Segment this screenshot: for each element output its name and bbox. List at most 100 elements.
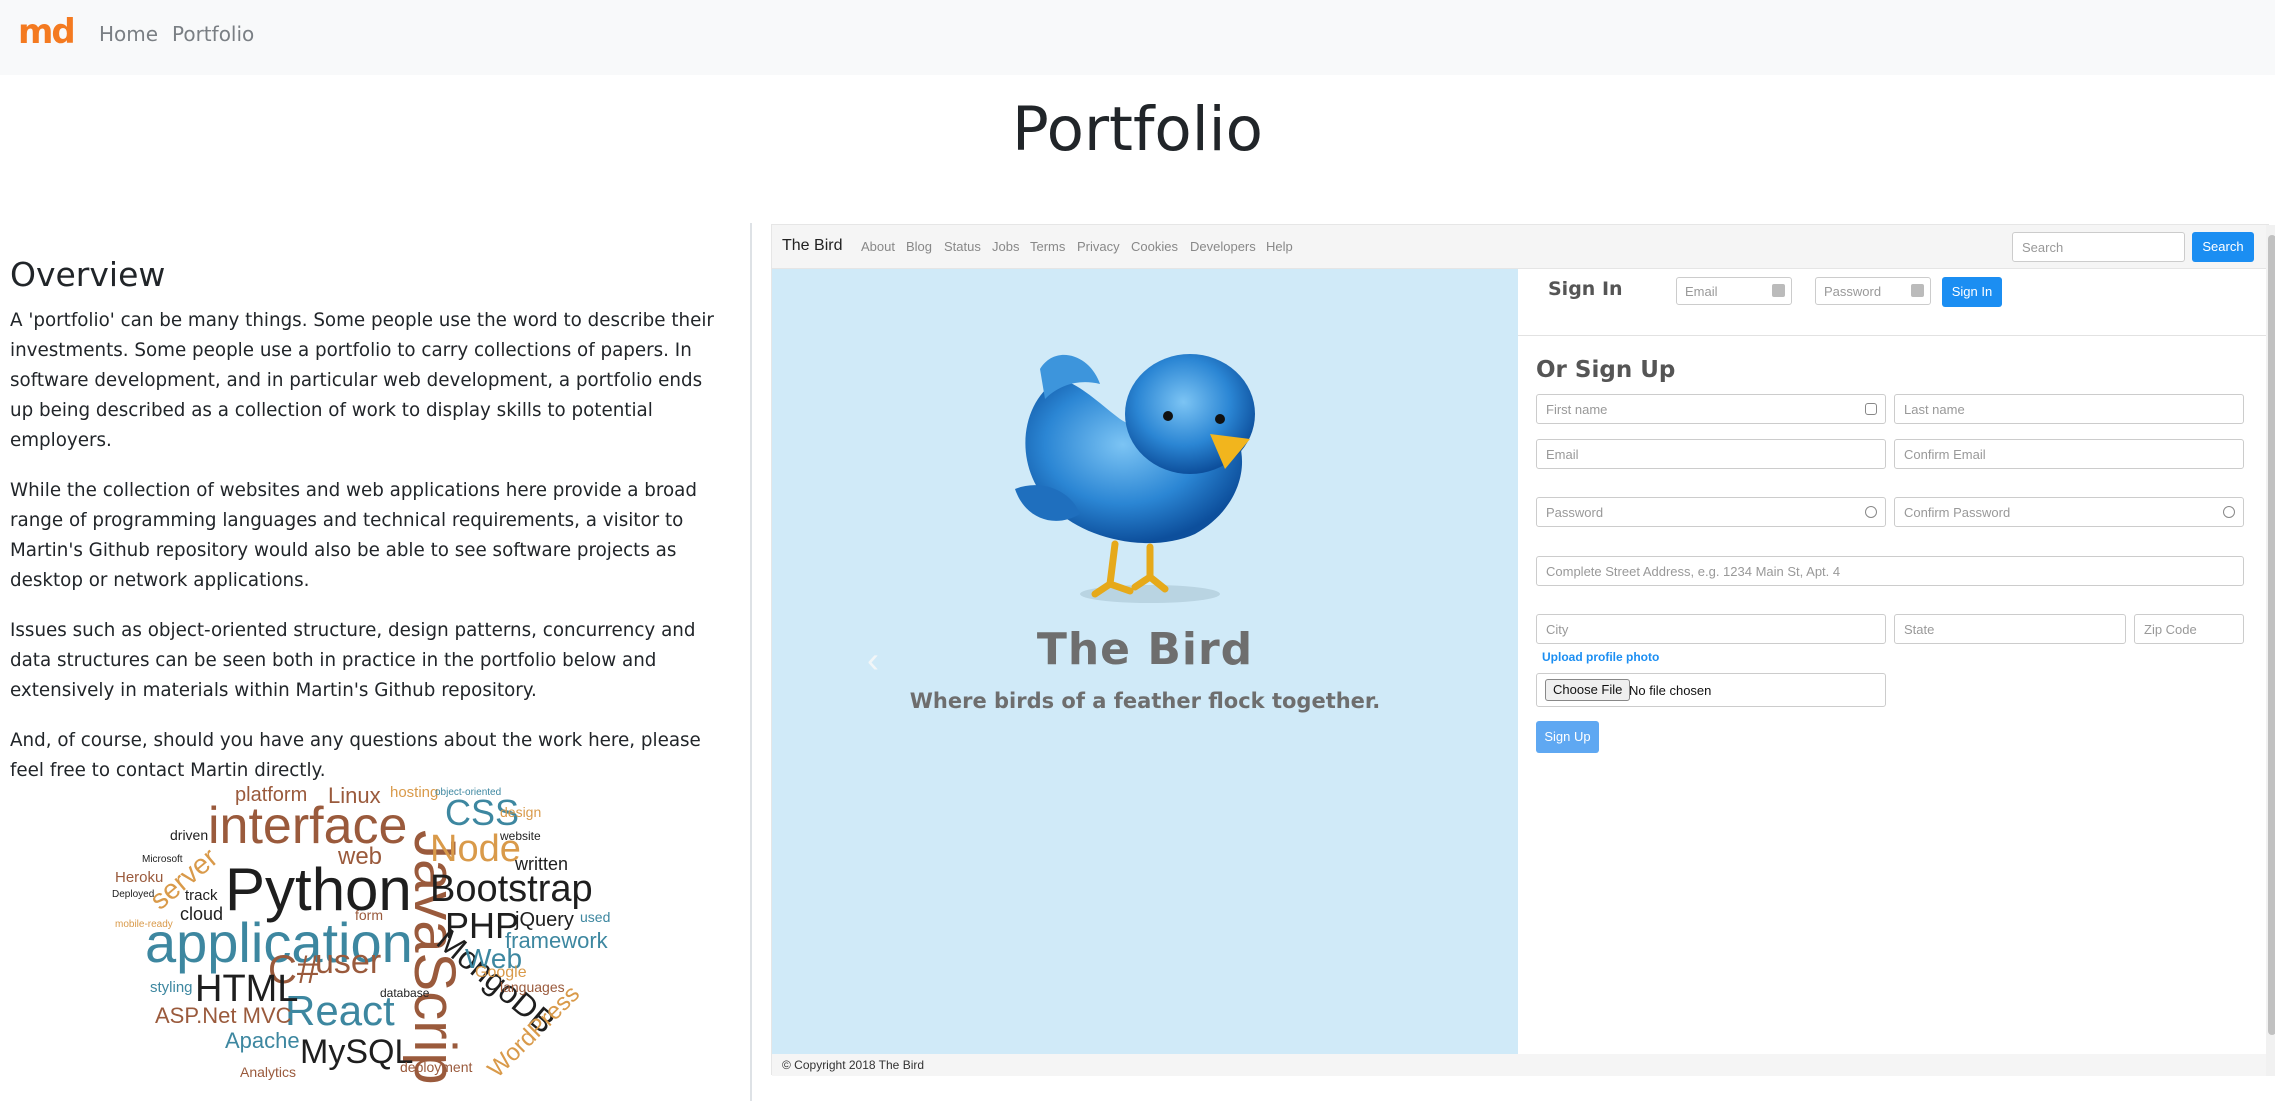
bird-nav-jobs[interactable]: Jobs [992, 239, 1019, 254]
bird-nav-status[interactable]: Status [944, 239, 981, 254]
confirm-email-input[interactable]: Confirm Email [1894, 439, 2244, 469]
overview-paragraph: And, of course, should you have any ques… [10, 730, 701, 781]
profile-photo-file-input[interactable]: Choose File No file chosen [1536, 673, 1886, 707]
bird-nav-privacy[interactable]: Privacy [1077, 239, 1120, 254]
last-name-input[interactable]: Last name [1894, 394, 2244, 424]
cloud-word: styling [150, 979, 193, 996]
overview-paragraph: A 'portfolio' can be many things. Some p… [10, 310, 714, 451]
top-navbar: md Home Portfolio [0, 0, 2275, 75]
bird-brand[interactable]: The Bird [782, 237, 842, 255]
password-field-icon [1911, 284, 1924, 297]
cloud-word: framework [505, 928, 608, 953]
signin-bar: Sign In Email Password Sign In [1518, 269, 2268, 336]
bird-nav-terms[interactable]: Terms [1030, 239, 1065, 254]
cloud-word: database [380, 986, 430, 1000]
cloud-word: object-oriented [435, 787, 502, 798]
signin-password-input[interactable]: Password [1815, 277, 1931, 305]
cloud-word: used [580, 909, 611, 925]
state-input[interactable]: State [1894, 614, 2126, 644]
screenshot-scrollbar[interactable] [2266, 225, 2275, 1076]
bird-hero-subtitle: Where birds of a feather flock together. [909, 689, 1381, 713]
cloud-word: Bootstrap [430, 868, 593, 910]
street-address-input[interactable]: Complete Street Address, e.g. 1234 Main … [1536, 556, 2244, 586]
email-field-icon [1772, 284, 1785, 297]
cloud-word: React [285, 987, 395, 1034]
signup-title: Or Sign Up [1536, 357, 1676, 383]
bird-search-input[interactable]: Search [2012, 232, 2185, 262]
city-placeholder: City [1546, 622, 1569, 637]
nav-link-home[interactable]: Home [99, 22, 158, 46]
signin-email-placeholder: Email [1685, 284, 1718, 299]
cloud-word: Analytics [240, 1064, 297, 1080]
nav-link-portfolio[interactable]: Portfolio [172, 22, 254, 46]
upload-photo-label[interactable]: Upload profile photo [1542, 650, 1659, 664]
signin-email-input[interactable]: Email [1676, 277, 1792, 305]
signup-email-input[interactable]: Email [1536, 439, 1886, 469]
bird-nav-blog[interactable]: Blog [906, 239, 932, 254]
bird-auth-panel: Sign In Email Password Sign In Or Sign U… [1518, 269, 2268, 1054]
cloud-word: driven [170, 827, 209, 843]
cloud-word: Linux [328, 783, 381, 808]
cloud-word: platform [235, 784, 308, 806]
cloud-word: mobile-ready [115, 919, 173, 930]
cloud-word: form [355, 907, 383, 923]
first-name-placeholder: First name [1546, 402, 1608, 417]
cloud-word: web [338, 843, 383, 870]
confirm-email-placeholder: Confirm Email [1904, 447, 1986, 462]
cloud-word: languages [500, 979, 565, 995]
city-input[interactable]: City [1536, 614, 1886, 644]
cloud-word: design [500, 804, 542, 820]
contact-card-icon [1865, 403, 1877, 415]
bird-footer: © Copyright 2018 The Bird [772, 1054, 2270, 1076]
overview-paragraph: While the collection of websites and web… [10, 480, 697, 591]
bird-nav-cookies[interactable]: Cookies [1131, 239, 1178, 254]
first-name-input[interactable]: First name [1536, 394, 1886, 424]
cloud-word: hosting [390, 784, 439, 801]
cloud-word: user [315, 943, 382, 981]
overview-paragraph: Issues such as object-oriented structure… [10, 620, 696, 701]
cloud-word: Apache [225, 1028, 300, 1053]
page-title: Portfolio [1012, 94, 1263, 165]
overview-section: Overview A 'portfolio' can be many thing… [10, 255, 715, 806]
scrollbar-thumb[interactable] [2268, 235, 2275, 1035]
confirm-password-placeholder: Confirm Password [1904, 505, 2011, 520]
choose-file-button[interactable]: Choose File [1545, 679, 1631, 701]
bird-nav-help[interactable]: Help [1266, 239, 1293, 254]
signin-password-placeholder: Password [1824, 284, 1882, 299]
file-status-text: No file chosen [1629, 683, 1712, 698]
cloud-word: Microsoft [142, 854, 183, 865]
cloud-word: ASP.Net MVC [155, 1003, 292, 1028]
cloud-word: Deployed [112, 889, 155, 900]
zip-code-placeholder: Zip Code [2144, 622, 2197, 637]
bird-mascot-icon [1015, 354, 1255, 603]
confirm-password-input[interactable]: Confirm Password [1894, 497, 2244, 527]
signup-button[interactable]: Sign Up [1536, 721, 1599, 753]
bird-search-button[interactable]: Search [2192, 232, 2254, 262]
signup-email-placeholder: Email [1546, 447, 1579, 462]
skills-word-cloud: Python JavaScript application interface … [100, 780, 630, 1086]
cloud-word: website [500, 829, 541, 843]
site-logo[interactable]: md [18, 12, 76, 52]
bird-nav-developers[interactable]: Developers [1190, 239, 1256, 254]
signin-button[interactable]: Sign In [1942, 277, 2002, 307]
state-placeholder: State [1904, 622, 1935, 637]
cloud-word: jQuery [515, 909, 574, 931]
bird-nav-about[interactable]: About [861, 239, 895, 254]
cloud-word: track [185, 887, 218, 904]
cloud-word: written [515, 854, 569, 874]
password-reveal-icon[interactable] [1865, 506, 1877, 518]
last-name-placeholder: Last name [1904, 402, 1965, 417]
bird-hero-title: The Bird [1036, 624, 1254, 675]
project-screenshot-the-bird[interactable]: The Bird About Blog Status Jobs Terms Pr… [771, 224, 2275, 1076]
password-reveal-icon[interactable] [2223, 506, 2235, 518]
signup-password-input[interactable]: Password [1536, 497, 1886, 527]
column-divider [750, 223, 752, 1101]
bird-navbar: The Bird About Blog Status Jobs Terms Pr… [772, 225, 2270, 269]
signup-password-placeholder: Password [1546, 505, 1604, 520]
zip-code-input[interactable]: Zip Code [2134, 614, 2244, 644]
street-address-placeholder: Complete Street Address, e.g. 1234 Main … [1546, 564, 1841, 579]
bird-hero-carousel: ‹ The Bird Where birds of a feather floc… [772, 269, 1518, 1054]
overview-heading: Overview [10, 255, 166, 294]
signin-title: Sign In [1548, 278, 1623, 300]
cloud-word: deployment [400, 1059, 473, 1075]
